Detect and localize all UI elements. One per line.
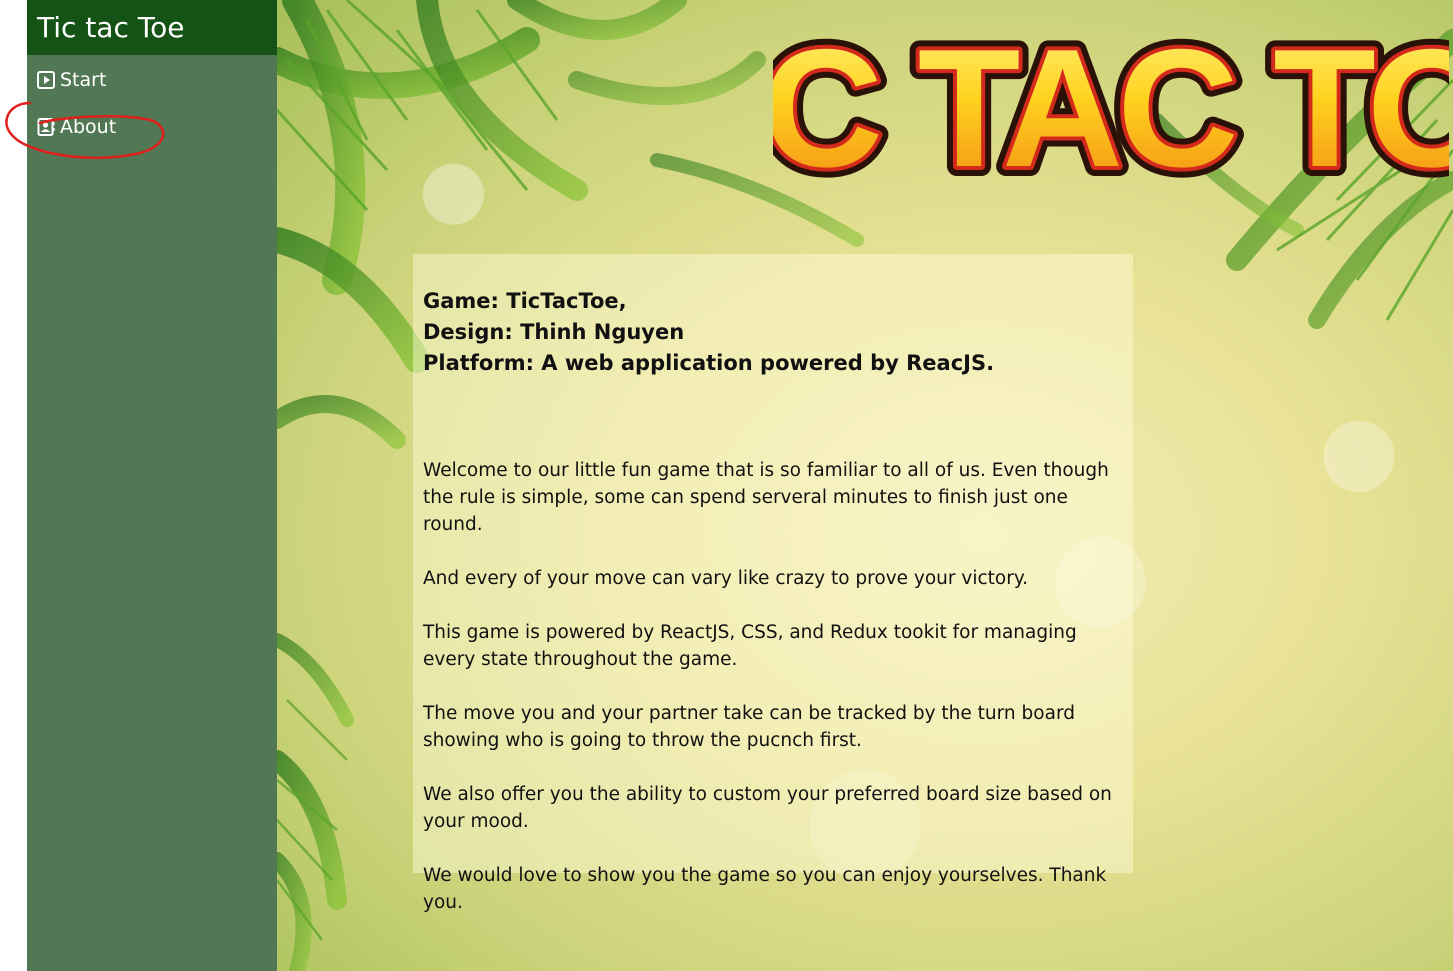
about-paragraph: This game is powered by ReactJS, CSS, an… xyxy=(423,622,1077,670)
play-square-icon xyxy=(37,71,55,89)
sidebar-item-about[interactable]: About xyxy=(37,113,116,141)
left-gutter xyxy=(0,0,27,971)
about-paragraph: The move you and your partner take can b… xyxy=(423,703,1075,751)
app-title: Tic tac Toe xyxy=(27,0,277,55)
sidebar: Tic tac Toe Start About xyxy=(27,0,277,971)
game-platform: Platform: A web application powered by R… xyxy=(423,351,995,375)
sidebar-item-label: Start xyxy=(60,69,107,91)
game-meta: Game: TicTacToe, Design: Thinh Nguyen Pl… xyxy=(423,286,1123,379)
sidebar-item-start[interactable]: Start xyxy=(37,66,106,94)
about-card: Game: TicTacToe, Design: Thinh Nguyen Pl… xyxy=(413,254,1133,913)
game-designer: Design: Thinh Nguyen xyxy=(423,320,685,344)
main-content: TIC TAC TOE TIC TAC TOE TIC TAC TOE Game… xyxy=(277,0,1453,971)
sidebar-item-label: About xyxy=(60,116,117,138)
about-paragraph: We would love to show you the game so yo… xyxy=(423,865,1107,913)
about-paragraph: Welcome to our little fun game that is s… xyxy=(423,460,1109,535)
about-paragraph: We also offer you the ability to custom … xyxy=(423,784,1112,832)
svg-text:TIC TAC TOE: TIC TAC TOE xyxy=(773,14,1449,196)
contact-card-icon xyxy=(37,118,55,136)
game-name: Game: TicTacToe, xyxy=(423,289,627,313)
about-paragraph: And every of your move can vary like cra… xyxy=(423,568,1029,589)
game-logo: TIC TAC TOE TIC TAC TOE TIC TAC TOE xyxy=(773,6,1449,196)
